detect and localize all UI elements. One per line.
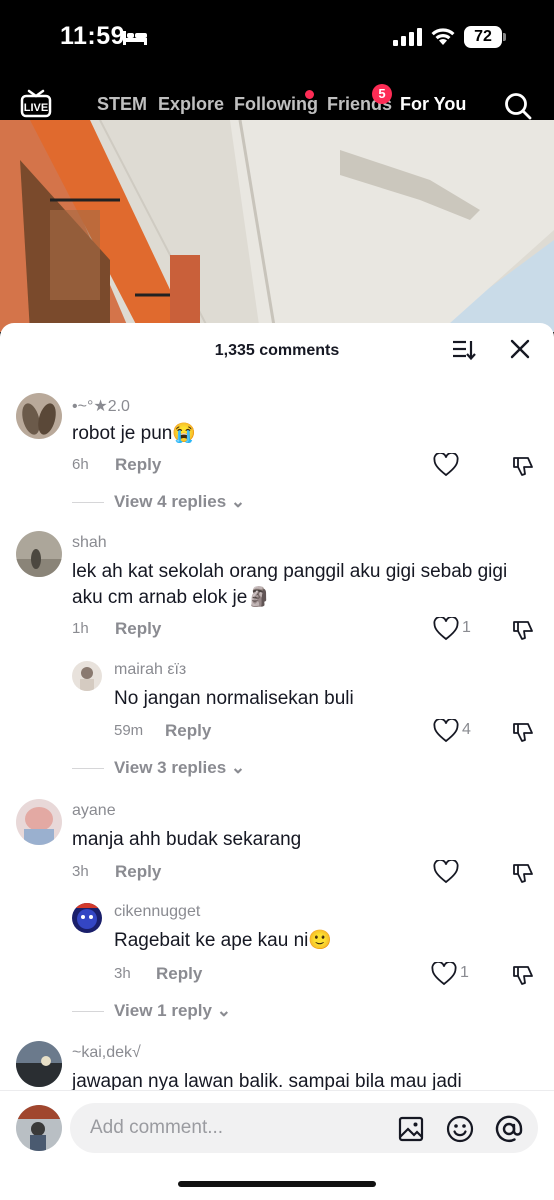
top-navigation: LIVE STEM Explore Following Friends 5 Fo… (0, 78, 554, 129)
avatar[interactable] (72, 661, 102, 691)
battery-level: 72 (464, 26, 502, 48)
avatar[interactable] (16, 393, 62, 439)
like-heart-icon[interactable] (431, 962, 457, 986)
like-heart-icon[interactable] (433, 719, 459, 743)
dislike-icon[interactable] (511, 720, 535, 744)
view-replies-button[interactable]: View 4 replies ⌄ (72, 492, 245, 512)
username[interactable]: shah (72, 534, 107, 552)
comment-time: 3h (72, 863, 89, 880)
username[interactable]: mairah εïз (114, 661, 186, 679)
cellular-signal-icon (393, 28, 422, 46)
my-avatar[interactable] (16, 1105, 62, 1151)
comment-text: lek ah kat sekolah orang panggil aku gig… (72, 561, 508, 608)
username[interactable]: cikennugget (114, 903, 200, 921)
video-frame (0, 120, 554, 332)
battery-indicator: 72 (464, 26, 506, 48)
reply-button[interactable]: Reply (115, 862, 161, 882)
dislike-icon[interactable] (511, 861, 535, 885)
comment-input[interactable] (90, 1103, 390, 1153)
like-count: 4 (462, 721, 471, 738)
reply-button[interactable]: Reply (115, 619, 161, 639)
comment-list[interactable]: •~°★2.0 robot je pun😭 6h Reply View 4 re… (0, 379, 554, 1091)
reply-button[interactable]: Reply (115, 455, 161, 475)
svg-text:LIVE: LIVE (24, 102, 48, 114)
username[interactable]: ayane (72, 802, 116, 820)
username[interactable]: •~°★2.0 (72, 396, 130, 416)
tab-for-you[interactable]: For You (400, 94, 466, 115)
comments-sheet: 1,335 comments •~°★2.0 robot je pun😭 6h … (0, 323, 554, 1200)
comment-text: robot je pun😭 (72, 423, 197, 444)
following-notification-dot (305, 90, 314, 99)
dislike-icon[interactable] (511, 618, 535, 642)
friends-badge: 5 (372, 84, 392, 104)
view-replies-button[interactable]: View 3 replies ⌄ (72, 758, 245, 778)
image-attach-icon[interactable] (398, 1116, 424, 1142)
wifi-icon (431, 28, 455, 45)
sort-icon[interactable] (452, 339, 476, 361)
sleep-focus-icon (123, 31, 147, 45)
like-heart-icon[interactable] (433, 617, 459, 641)
dislike-icon[interactable] (511, 963, 535, 987)
comment-time: 59m (114, 722, 144, 739)
dislike-icon[interactable] (511, 454, 535, 478)
comment-time: 1h (72, 620, 89, 637)
close-icon[interactable] (510, 339, 530, 359)
tab-stem[interactable]: STEM (97, 94, 147, 115)
username[interactable]: ~kai,dek√ (72, 1044, 141, 1062)
search-icon[interactable] (504, 92, 532, 120)
avatar[interactable] (16, 531, 62, 577)
comment-text: jawapan nya lawan balik. sampai bila mau… (72, 1071, 462, 1091)
like-heart-icon[interactable] (433, 860, 459, 884)
video-player[interactable] (0, 120, 554, 332)
home-indicator[interactable] (178, 1181, 376, 1187)
reply-button[interactable]: Reply (165, 721, 211, 741)
avatar[interactable] (16, 799, 62, 845)
comment-time: 3h (114, 965, 131, 982)
reply-button[interactable]: Reply (156, 964, 202, 984)
view-replies-button[interactable]: View 1 reply ⌄ (72, 1001, 231, 1021)
status-time: 11:59 (60, 22, 126, 50)
comment-time: 6h (72, 456, 89, 473)
comment-text: manja ahh budak sekarang (72, 829, 302, 850)
like-count: 1 (462, 619, 471, 636)
comments-header: 1,335 comments (0, 323, 554, 379)
emoji-icon[interactable] (446, 1115, 474, 1143)
comment-text: No jangan normalisekan buli (114, 688, 354, 709)
status-bar: 11:59 72 (0, 0, 554, 78)
like-heart-icon[interactable] (433, 453, 459, 477)
live-icon[interactable]: LIVE (20, 88, 52, 118)
mention-icon[interactable] (495, 1115, 523, 1143)
tab-explore[interactable]: Explore (158, 94, 224, 115)
like-count: 1 (460, 964, 469, 981)
avatar[interactable] (16, 1041, 62, 1087)
comment-text: Ragebait ke ape kau ni🙂 (114, 930, 333, 951)
avatar[interactable] (72, 903, 102, 933)
comment-input-wrapper (70, 1103, 538, 1153)
